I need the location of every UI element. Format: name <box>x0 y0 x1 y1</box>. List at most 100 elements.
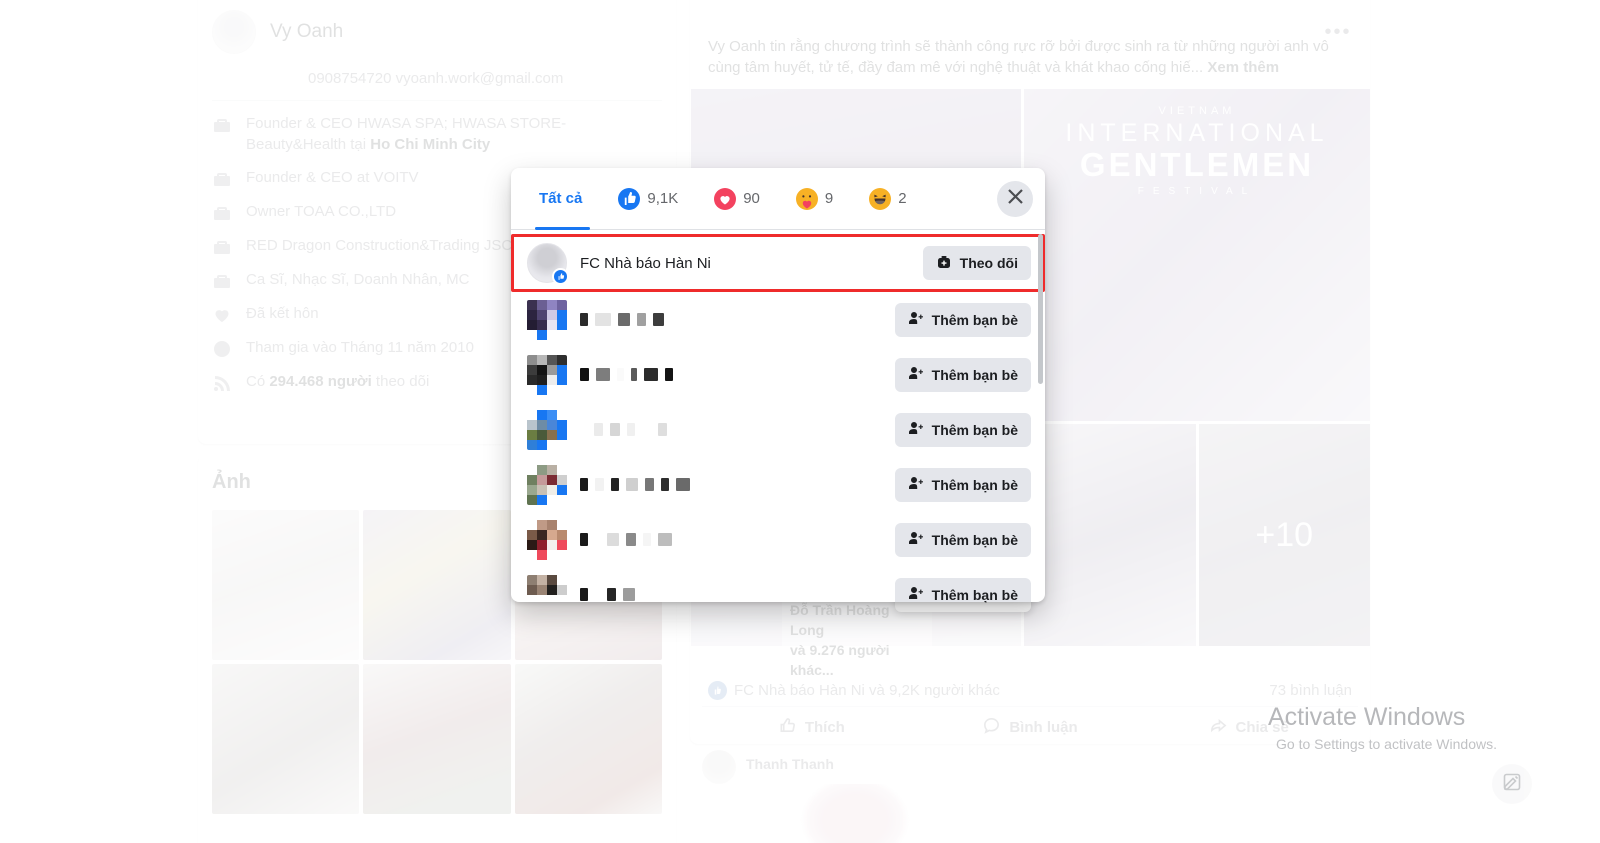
follow-plus-icon <box>936 254 952 273</box>
list-item[interactable]: Thêm bạn bè <box>511 347 1045 402</box>
photo-thumbnail[interactable] <box>212 510 360 660</box>
tab-all[interactable]: Tất cả <box>525 168 600 230</box>
like-button[interactable]: Thích <box>702 716 921 739</box>
tab-like-count: 9,1K <box>647 190 679 207</box>
comment-button[interactable]: Bình luận <box>921 716 1140 739</box>
follow-button[interactable]: Theo dõi <box>922 246 1031 280</box>
person-name-censored <box>580 422 882 438</box>
modal-scrollbar[interactable] <box>1038 234 1043 384</box>
info-row-work-1: Founder & CEO HWASA SPA; HWASA STORE-Bea… <box>198 101 676 155</box>
modal-header: Tất cả 9,1K 90 9 2 <box>511 168 1045 230</box>
person-name-censored <box>580 312 882 328</box>
avatar-censored[interactable] <box>527 519 567 560</box>
info-text: Đã kết hôn <box>246 305 319 322</box>
briefcase-icon <box>212 271 232 291</box>
screen-root: Vy Oanh 0908754720 vyoanh.work@gmail.com… <box>0 0 1600 843</box>
avatar[interactable] <box>702 750 736 784</box>
post-photo-festival[interactable]: VIETNAM INTERNATIONAL GENTLEMEN FESTIVAL <box>1024 89 1370 421</box>
tab-care-count: 9 <box>824 190 834 207</box>
avatar-censored[interactable] <box>527 464 567 505</box>
info-text: Có 294.468 người theo dõi <box>246 373 430 390</box>
like-icon <box>618 187 641 210</box>
close-button[interactable] <box>997 181 1033 217</box>
tab-care[interactable]: 9 <box>778 168 851 229</box>
post-text: Vy Oanh tin rằng chương trình sẽ thành c… <box>708 38 1329 76</box>
info-text: Owner TOAA CO.,LTD <box>246 203 397 220</box>
avatar-censored[interactable] <box>527 354 567 395</box>
reactions-summary[interactable]: FC Nhà báo Hàn Ni và 9,2K người khác <box>708 680 1000 700</box>
avatar-censored[interactable] <box>527 299 567 340</box>
list-item[interactable]: Thêm bạn bè <box>511 292 1045 347</box>
list-item-highlighted[interactable]: FC Nhà báo Hàn Ni Theo dõi <box>511 234 1045 292</box>
avatar-censored[interactable] <box>527 409 567 450</box>
festival-banner-text: VIETNAM INTERNATIONAL GENTLEMEN FESTIVAL <box>1065 105 1329 197</box>
more-photos-badge: +10 <box>1199 424 1371 646</box>
post-photo-small[interactable] <box>1024 424 1196 646</box>
add-friend-button[interactable]: Thêm bạn bè <box>894 467 1031 502</box>
add-friend-button[interactable]: Thêm bạn bè <box>894 302 1031 337</box>
post-photo-overflow[interactable]: +10 <box>1198 424 1371 646</box>
avatar-wrap <box>527 243 569 285</box>
reaction-tabs: Tất cả 9,1K 90 9 2 <box>525 168 925 230</box>
share-icon <box>1209 716 1228 739</box>
post-photo-bottom-row: +10 <box>1024 424 1370 646</box>
watermark-title: Activate Windows <box>1268 703 1466 731</box>
briefcase-icon <box>212 115 232 135</box>
comment-row: Thanh Thanh <box>702 750 1102 843</box>
photo-thumbnail[interactable] <box>212 664 360 814</box>
list-item[interactable]: Thêm bạn bè <box>511 567 1045 602</box>
reactions-list[interactable]: FC Nhà báo Hàn Ni Theo dõi Thêm bạn bè T… <box>511 230 1045 602</box>
briefcase-icon <box>212 237 232 257</box>
comment-author[interactable]: Thanh Thanh <box>746 750 834 772</box>
tab-love-count: 90 <box>743 190 760 207</box>
ellipsis-icon[interactable]: ••• <box>1320 14 1356 50</box>
edit-icon <box>1502 772 1522 797</box>
info-text: Tham gia vào Tháng 11 năm 2010 <box>246 339 474 356</box>
like-icon <box>552 268 569 285</box>
thumbs-up-icon <box>778 716 797 739</box>
heart-icon <box>212 305 232 325</box>
tab-haha[interactable]: 2 <box>851 168 924 229</box>
briefcase-icon <box>212 169 232 189</box>
tab-like[interactable]: 9,1K <box>600 168 696 229</box>
photo-thumbnail[interactable] <box>363 664 511 814</box>
watermark-subtitle: Go to Settings to activate Windows. <box>1276 736 1497 752</box>
list-item[interactable]: Thêm bạn bè <box>511 402 1045 457</box>
rss-icon <box>212 373 232 393</box>
add-friend-icon <box>908 365 924 384</box>
person-name[interactable]: FC Nhà báo Hàn Ni <box>580 255 910 272</box>
see-more-link[interactable]: Xem thêm <box>1207 59 1279 76</box>
profile-contact: 0908754720 vyoanh.work@gmail.com <box>308 70 564 87</box>
add-friend-button[interactable]: Thêm bạn bè <box>894 522 1031 557</box>
info-text: Ca Sĩ, Nhạc Sĩ, Doanh Nhân, MC <box>246 271 470 288</box>
love-icon <box>714 187 737 210</box>
reactions-summary-text: FC Nhà báo Hàn Ni và 9,2K người khác <box>734 681 1000 699</box>
add-friend-icon <box>908 585 924 602</box>
haha-icon <box>869 187 892 210</box>
comments-count[interactable]: 73 bình luận <box>1269 682 1352 699</box>
edit-fab-button[interactable] <box>1492 764 1532 804</box>
person-name-censored <box>580 587 882 603</box>
tab-all-label: Tất cả <box>539 190 583 207</box>
photo-thumbnail[interactable] <box>514 664 662 814</box>
info-text: Founder & CEO at VOITV <box>246 169 419 186</box>
list-item[interactable]: Thêm bạn bè <box>511 512 1045 567</box>
add-friend-button[interactable]: Thêm bạn bè <box>894 577 1031 602</box>
follow-button-label: Theo dõi <box>959 255 1018 271</box>
avatar-censored[interactable] <box>527 574 567 603</box>
add-friend-button[interactable]: Thêm bạn bè <box>894 357 1031 392</box>
list-item[interactable]: Thêm bạn bè <box>511 457 1045 512</box>
add-friend-label: Thêm bạn bè <box>931 421 1018 438</box>
add-friend-label: Thêm bạn bè <box>931 311 1018 328</box>
profile-header: Vy Oanh <box>198 0 676 54</box>
photo-thumbnail[interactable] <box>363 510 511 660</box>
info-text: RED Dragon Construction&Trading JSCY <box>246 237 523 254</box>
add-friend-label: Thêm bạn bè <box>931 531 1018 548</box>
tab-love[interactable]: 90 <box>696 168 778 229</box>
add-friend-icon <box>908 420 924 439</box>
person-name-censored <box>580 532 882 548</box>
info-text: Founder & CEO HWASA SPA; HWASA STORE-Bea… <box>246 115 567 153</box>
add-friend-button[interactable]: Thêm bạn bè <box>894 412 1031 447</box>
add-friend-icon <box>908 475 924 494</box>
add-friend-label: Thêm bạn bè <box>931 476 1018 493</box>
